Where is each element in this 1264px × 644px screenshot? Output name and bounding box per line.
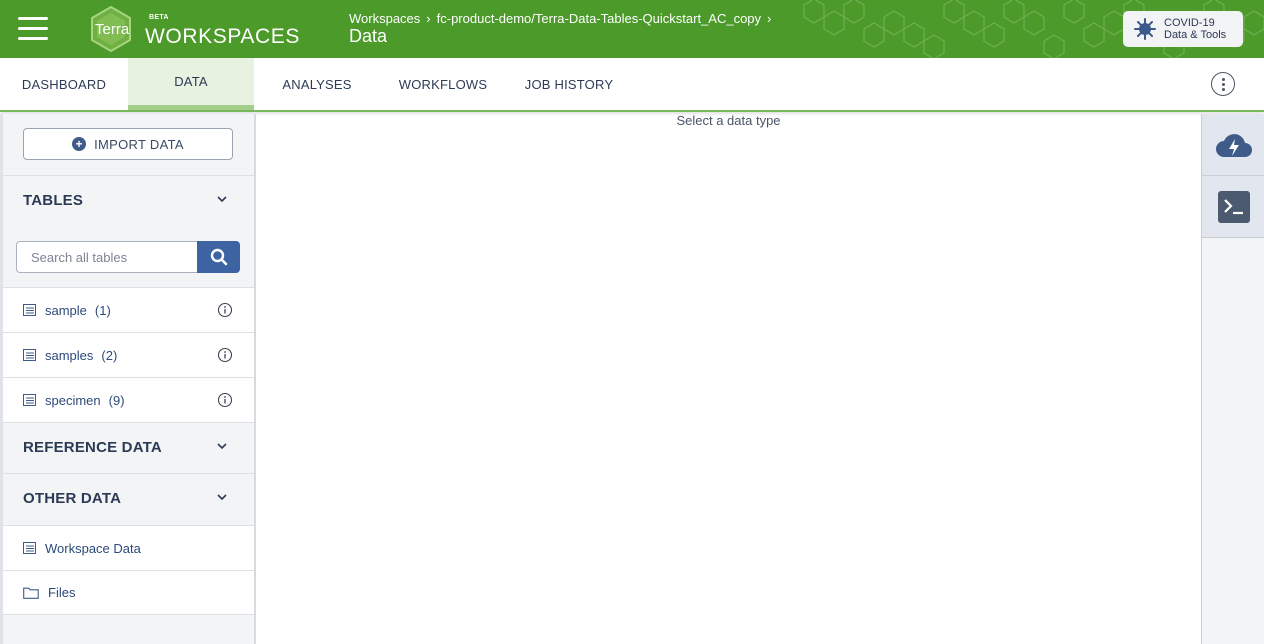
other-item-workspace-data[interactable]: Workspace Data xyxy=(3,525,254,570)
table-item-specimen[interactable]: specimen (9) xyxy=(3,377,254,422)
tab-data[interactable]: DATA xyxy=(128,58,254,110)
table-name: sample xyxy=(45,302,87,318)
table-item-samples[interactable]: samples (2) xyxy=(3,332,254,377)
covid-data-tools-button[interactable]: COVID-19 Data & Tools xyxy=(1123,11,1243,47)
table-name: samples xyxy=(45,347,94,363)
table-icon xyxy=(23,304,36,316)
empty-state-message: Select a data type xyxy=(676,113,781,128)
chevron-down-icon xyxy=(217,494,227,501)
info-icon[interactable] xyxy=(217,392,233,408)
table-name: specimen xyxy=(45,392,101,408)
info-icon[interactable] xyxy=(217,347,233,363)
data-sidebar: + IMPORT DATA TABLES sample (1) samples … xyxy=(0,114,256,644)
tab-analyses[interactable]: ANALYSES xyxy=(254,58,380,110)
other-header-label: OTHER DATA xyxy=(23,490,122,507)
plus-circle-icon: + xyxy=(72,137,87,151)
menu-hamburger-icon[interactable] xyxy=(18,17,48,41)
workspace-tab-bar: DASHBOARD DATA ANALYSES WORKFLOWS JOB HI… xyxy=(0,58,1264,112)
info-icon[interactable] xyxy=(217,302,233,318)
covid-line2: Data & Tools xyxy=(1164,29,1227,41)
chevron-down-icon xyxy=(217,443,227,450)
tab-dashboard[interactable]: DASHBOARD xyxy=(0,58,128,110)
folder-icon xyxy=(23,587,39,599)
breadcrumb-workspaces[interactable]: Workspaces xyxy=(349,11,420,26)
other-item-label: Workspace Data xyxy=(45,540,141,556)
terminal-icon xyxy=(1217,190,1250,223)
reference-header-label: REFERENCE DATA xyxy=(23,439,162,456)
logo-text: Terra xyxy=(95,21,130,38)
tab-workflows[interactable]: WORKFLOWS xyxy=(380,58,506,110)
breadcrumb-separator: › xyxy=(767,11,772,26)
other-item-label: Files xyxy=(48,585,76,600)
terminal-button[interactable] xyxy=(1202,176,1264,238)
tab-job-history[interactable]: JOB HISTORY xyxy=(506,58,632,110)
page-title: Data xyxy=(349,26,388,46)
table-icon xyxy=(23,349,36,361)
search-button[interactable] xyxy=(197,241,240,273)
breadcrumb-separator: › xyxy=(426,11,431,26)
table-icon xyxy=(23,542,36,554)
tables-header-label: TABLES xyxy=(23,192,84,209)
search-tables-input[interactable] xyxy=(16,241,198,273)
other-data-section-header[interactable]: OTHER DATA xyxy=(3,473,254,523)
other-item-files[interactable]: Files xyxy=(3,570,254,615)
table-item-sample[interactable]: sample (1) xyxy=(3,287,254,332)
covid-line1: COVID-19 xyxy=(1164,17,1215,29)
table-icon xyxy=(23,394,36,406)
app-title[interactable]: WORKSPACES xyxy=(145,25,300,49)
cloud-compute-icon xyxy=(1215,133,1252,157)
table-search xyxy=(16,241,240,273)
reference-data-section-header[interactable]: REFERENCE DATA xyxy=(3,422,254,472)
chevron-down-icon xyxy=(217,196,227,203)
top-header: Terra BETA WORKSPACES Workspaces › fc-prod… xyxy=(0,0,1264,58)
right-tool-rail xyxy=(1201,114,1264,644)
import-data-button[interactable]: + IMPORT DATA xyxy=(23,128,233,160)
import-data-label: IMPORT DATA xyxy=(94,136,184,152)
breadcrumb: Workspaces › fc-product-demo/Terra-Data-Ta… xyxy=(349,11,777,26)
beta-label: BETA xyxy=(149,14,169,21)
tables-section-header[interactable]: TABLES xyxy=(3,175,254,225)
more-options-icon[interactable] xyxy=(1211,72,1235,96)
cloud-environment-button[interactable] xyxy=(1202,114,1264,176)
table-count: (1) xyxy=(94,302,111,318)
table-count: (2) xyxy=(101,347,118,363)
breadcrumb-workspace-name[interactable]: fc-product-demo/Terra-Data-Tables-Quicks… xyxy=(437,11,761,26)
table-count: (9) xyxy=(108,392,125,408)
search-icon xyxy=(210,248,227,266)
virus-icon xyxy=(1134,18,1156,40)
